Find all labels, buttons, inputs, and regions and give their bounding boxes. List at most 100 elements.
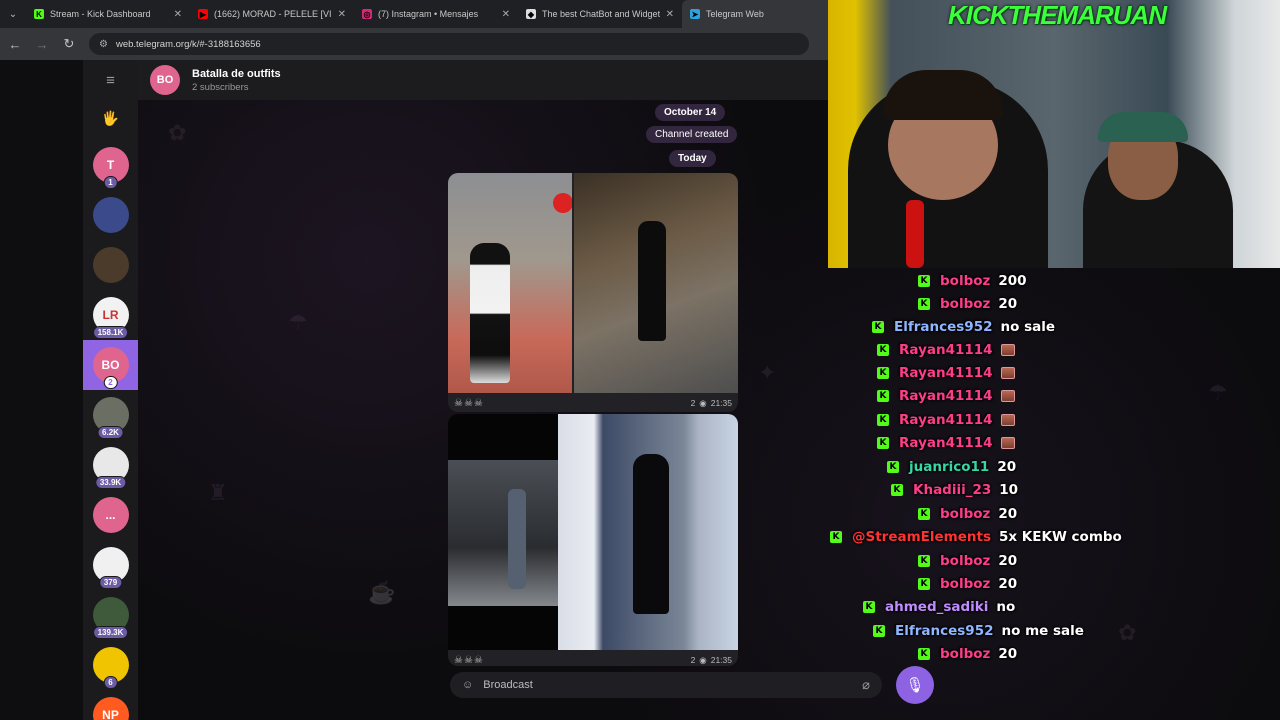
webcam-overlay: KICKTHEMARUAN: [828, 0, 1280, 268]
doodle-icon: ✿: [168, 120, 187, 145]
unread-badge: 6: [103, 676, 118, 689]
views-count: 2: [690, 655, 696, 665]
chat-avatar: BO 2: [92, 347, 129, 389]
chat-initials: ...: [105, 508, 116, 522]
chat-list-item[interactable]: ...: [83, 490, 138, 540]
subscriber-count: 2 subscribers: [192, 81, 249, 93]
doodle-icon: ♜: [208, 480, 228, 505]
menu-icon[interactable]: ≡: [83, 70, 138, 90]
chat-list-item[interactable]: 6: [83, 640, 138, 690]
stream-channel-title: KICKTHEMARUAN: [948, 0, 1167, 30]
reload-icon[interactable]: ↻: [57, 32, 81, 56]
doodle-icon: ☂: [1208, 380, 1228, 405]
unread-badge: 379: [98, 576, 123, 589]
favicon-icon: ◎: [362, 9, 372, 19]
chat-avatar: [92, 247, 129, 283]
message-composer[interactable]: ☺ Broadcast ⌀: [450, 672, 882, 698]
post-footer: ☠☠☠ 2 ◉ 21:35: [448, 650, 738, 666]
chat-list-item[interactable]: 6.2K: [83, 390, 138, 440]
chat-list-item[interactable]: [83, 240, 138, 290]
outfit-photo[interactable]: [448, 173, 572, 393]
unread-badge: 33.9K: [94, 476, 127, 489]
tab-title: Telegram Web: [706, 9, 764, 19]
channel-post[interactable]: ☠☠☠ 2 ◉ 21:35: [448, 414, 738, 666]
doodle-icon: ☂: [288, 310, 308, 335]
tab-title: (7) Instagram • Mensajes: [378, 9, 479, 19]
unread-badge: 6.2K: [97, 426, 124, 439]
chat-initials: LR: [102, 308, 119, 322]
chat-list-item[interactable]: LR 158.1K: [83, 290, 138, 340]
tab-title: The best ChatBot and Widgets: [542, 9, 660, 19]
chat-list-item[interactable]: NP: [83, 690, 138, 720]
browser-tab[interactable]: ◆ The best ChatBot and Widgets ✕: [518, 0, 682, 28]
post-time: 21:35: [710, 655, 732, 665]
channel-avatar[interactable]: BO: [150, 65, 180, 95]
unread-badge: 139.3K: [92, 626, 129, 639]
tab-title: (1662) MORAD - PELELE [VIDEO: [214, 9, 332, 19]
folder-emoji[interactable]: 🖐: [83, 110, 138, 127]
chat-avatar: 139.3K: [92, 597, 129, 639]
chat-initials: BO: [101, 358, 120, 372]
back-icon[interactable]: ←: [3, 32, 27, 56]
close-tab-icon[interactable]: ✕: [666, 9, 674, 20]
address-bar[interactable]: ⚙ web.telegram.org/k/#-3188163656: [89, 33, 809, 55]
composer-placeholder[interactable]: Broadcast: [483, 679, 533, 691]
outfit-photo[interactable]: [448, 414, 558, 650]
doodle-icon: ✦: [758, 360, 777, 385]
tab-title: Stream - Kick Dashboard: [50, 9, 151, 19]
chat-avatar: 6.2K: [92, 397, 129, 439]
close-tab-icon[interactable]: ✕: [338, 9, 346, 20]
browser-tab[interactable]: ➤ Telegram Web: [682, 0, 846, 28]
forward-icon[interactable]: →: [30, 32, 54, 56]
unread-badge: 158.1K: [92, 326, 129, 339]
favicon-icon: ➤: [690, 9, 700, 19]
outfit-photo[interactable]: [574, 173, 738, 393]
favicon-icon: ◆: [526, 9, 536, 19]
channel-title: Batalla de outfits: [192, 67, 281, 80]
post-footer: ☠☠☠ 2 ◉ 21:35: [448, 393, 738, 412]
eye-icon: ◉: [699, 397, 707, 408]
views-count: 2: [690, 398, 696, 408]
date-divider: Today: [669, 150, 716, 167]
service-message: Channel created: [646, 126, 738, 143]
outfit-photo[interactable]: [558, 414, 738, 650]
chat-list-item[interactable]: T1: [83, 140, 138, 190]
close-tab-icon[interactable]: ✕: [502, 9, 510, 20]
channel-post[interactable]: ☠☠☠ 2 ◉ 21:35: [448, 173, 738, 412]
tab-list: K Stream - Kick Dashboard ✕ ▶ (1662) MORAD -…: [26, 0, 846, 28]
browser-tab[interactable]: ▶ (1662) MORAD - PELELE [VIDEO ✕: [190, 0, 354, 28]
chat-list-item[interactable]: [83, 190, 138, 240]
chat-avatar: NP: [92, 697, 129, 720]
screen: ⌄ K Stream - Kick Dashboard ✕ ▶ (1662) MORAD…: [0, 0, 1280, 720]
browser-tab[interactable]: ◎ (7) Instagram • Mensajes ✕: [354, 0, 518, 28]
unread-badge: 1: [103, 176, 118, 189]
chat-list-item[interactable]: 379: [83, 540, 138, 590]
url-text: web.telegram.org/k/#-3188163656: [115, 38, 261, 50]
chat-header[interactable]: BO Batalla de outfits 2 subscribers: [138, 60, 828, 100]
chat-list-sidebar: ≡ 🖐 T 1 LR 158.1K BO 2 6.2K 33.9K... 379 139.3K 6 N…: [83, 60, 138, 720]
chat-avatar: 379: [92, 547, 129, 589]
emoji-icon[interactable]: ☺: [462, 679, 473, 691]
tab-search-icon[interactable]: ⌄: [0, 0, 26, 28]
chat-list-item[interactable]: BO 2: [83, 340, 138, 390]
chat-avatar: LR 158.1K: [92, 297, 129, 339]
post-time: 21:35: [710, 398, 732, 408]
post-caption: ☠☠☠: [454, 397, 484, 409]
post-caption: ☠☠☠: [454, 654, 484, 666]
chat-list-item[interactable]: 33.9K: [83, 440, 138, 490]
attach-icon[interactable]: ⌀: [862, 677, 870, 693]
doodle-icon: ✿: [1118, 620, 1137, 645]
site-info-icon[interactable]: ⚙: [99, 39, 108, 50]
chat-avatar: ...: [92, 497, 129, 533]
favicon-icon: ▶: [198, 9, 208, 19]
chat-list-item[interactable]: 139.3K: [83, 590, 138, 640]
chat-avatar: 33.9K: [92, 447, 129, 489]
chat-initials: NP: [102, 708, 119, 720]
close-tab-icon[interactable]: ✕: [174, 9, 182, 20]
microphone-button[interactable]: 🎙: [896, 666, 934, 704]
date-divider: October 14: [655, 104, 726, 121]
browser-tab[interactable]: K Stream - Kick Dashboard ✕: [26, 0, 190, 28]
chat-avatar: 6: [92, 647, 129, 689]
microphone-icon: 🎙: [905, 677, 925, 694]
chat-avatar: [92, 197, 129, 233]
